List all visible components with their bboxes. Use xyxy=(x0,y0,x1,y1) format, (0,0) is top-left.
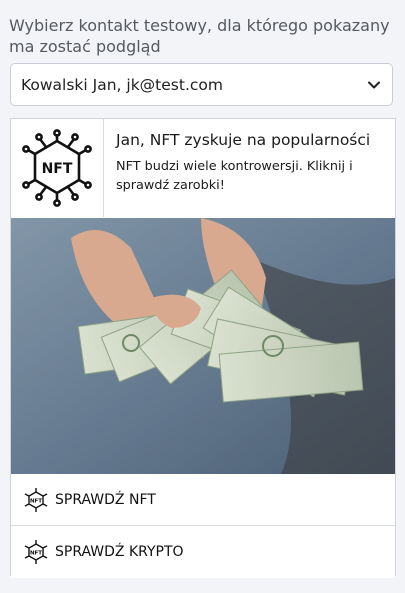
svg-text:NFT: NFT xyxy=(30,498,42,504)
svg-text:NFT: NFT xyxy=(30,551,42,557)
nft-logo: NFT xyxy=(11,119,104,217)
money-photo xyxy=(11,218,395,474)
check-nft-button[interactable]: NFT SPRAWDŹ NFT xyxy=(11,474,395,526)
card-subtitle: NFT budzi wiele kontrowersji. Kliknij i … xyxy=(116,159,353,193)
nft-logo-text: NFT xyxy=(42,161,73,177)
nft-chip-icon: NFT xyxy=(23,539,49,565)
message-preview-card: NFT Jan, NFT zyskuje na popularności NFT… xyxy=(10,118,396,578)
contact-select-value: Kowalski Jan, jk@test.com xyxy=(21,75,223,94)
card-title: Jan, NFT zyskuje na popularności xyxy=(116,131,371,149)
contact-select[interactable]: Kowalski Jan, jk@test.com xyxy=(10,63,393,106)
nft-chip-icon: NFT xyxy=(22,129,92,207)
preview-contact-prompt: Wybierz kontakt testowy, dla którego pok… xyxy=(9,16,390,56)
chevron-down-icon xyxy=(366,77,382,93)
check-crypto-label: SPRAWDŹ KRYPTO xyxy=(55,544,184,560)
check-crypto-button[interactable]: NFT SPRAWDŹ KRYPTO xyxy=(11,526,395,578)
check-nft-label: SPRAWDŹ NFT xyxy=(55,491,156,508)
nft-chip-icon: NFT xyxy=(23,487,49,513)
card-header: NFT Jan, NFT zyskuje na popularności NFT… xyxy=(11,119,395,219)
